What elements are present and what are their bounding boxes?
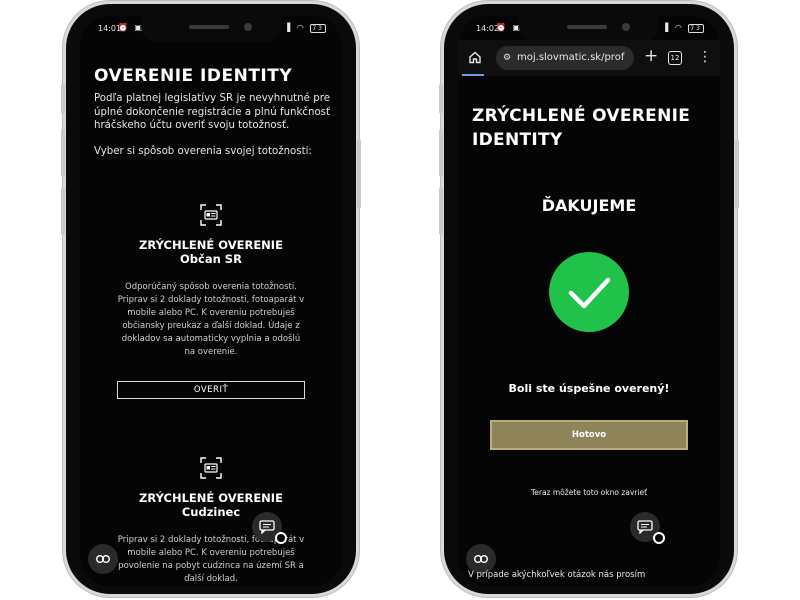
phone-side-button: [61, 129, 65, 177]
phone-side-button: [735, 139, 739, 209]
help-text: V prípade akýchkoľvek otázok nás prosím: [468, 570, 646, 580]
checkmark-icon: [568, 277, 611, 309]
home-underline: [462, 74, 484, 76]
chat-status-dot: [653, 532, 665, 544]
phone-side-button: [439, 129, 443, 177]
card-description: Odporúčaný spôsob overenia totožnosti. P…: [117, 282, 305, 357]
card-subtitle: Občan SR: [180, 252, 242, 266]
phone-side-button: [61, 187, 65, 235]
camera-notch: [141, 16, 281, 42]
success-checkmark: [549, 252, 629, 332]
more-menu-icon[interactable]: ⋮: [698, 49, 712, 65]
signal-wifi-battery-icons: ▐ ◠ 73: [284, 23, 326, 33]
close-window-hint: Teraz môžete toto okno zavrieť: [530, 488, 648, 497]
id-card-scan-icon: [200, 204, 222, 226]
screen-left: 14:01 ⏰ ▣ ▐ ◠ 73 OVERENIE IDENTITY Podľa…: [80, 16, 342, 586]
page-title: OVERENIE IDENTITY: [94, 66, 293, 86]
thank-you-heading: ĎAKUJEME: [541, 196, 637, 215]
url-text: moj.slovmatic.sk/prof: [517, 52, 625, 63]
phone-right: 14:02 ⏰ ▣ ▐ ◠ 73 ⚙ moj.slovmatic.sk/prof…: [439, 4, 739, 594]
phone-side-button: [61, 84, 65, 114]
battery-icon: 73: [310, 24, 326, 33]
done-button[interactable]: Hotovo: [490, 420, 688, 450]
choose-method-text: Vyber si spôsob overenia svojej totožnos…: [94, 146, 312, 157]
home-icon[interactable]: [468, 50, 482, 64]
phone-side-button: [439, 187, 443, 235]
battery-icon: 73: [688, 24, 704, 33]
camera-notch: [519, 16, 659, 42]
card-title: ZRÝCHLENÉ OVERENIE: [139, 491, 283, 505]
card-subtitle: Cudzinec: [181, 505, 241, 519]
chat-status-dot: [275, 532, 287, 544]
chat-icon: [637, 520, 653, 534]
phone-side-button: [357, 139, 361, 209]
card-title: ZRÝCHLENÉ OVERENIE: [139, 238, 283, 252]
verify-button[interactable]: OVERIŤ: [117, 381, 305, 399]
phone-side-button: [439, 84, 443, 114]
screen-right: 14:02 ⏰ ▣ ▐ ◠ 73 ⚙ moj.slovmatic.sk/prof…: [458, 16, 720, 586]
success-message: Boli ste úspešne overený!: [508, 382, 670, 395]
id-card-scan-icon: [200, 457, 222, 479]
signal-wifi-battery-icons: ▐ ◠ 73: [662, 23, 704, 33]
page-title: ZRÝCHLENÉ OVERENIE IDENTITY: [472, 106, 691, 150]
browser-toolbar: ⚙ moj.slovmatic.sk/prof + 12 ⋮: [458, 40, 720, 76]
link-icon: [474, 555, 488, 563]
new-tab-icon[interactable]: +: [644, 46, 658, 66]
cookie-settings-button[interactable]: [88, 544, 118, 574]
site-settings-icon[interactable]: ⚙: [503, 46, 511, 70]
chat-icon: [259, 520, 275, 534]
intro-text: Podľa platnej legislatívy SR je nevyhnut…: [94, 93, 330, 131]
tab-switcher-button[interactable]: 12: [668, 51, 682, 65]
phone-left: 14:01 ⏰ ▣ ▐ ◠ 73 OVERENIE IDENTITY Podľa…: [61, 4, 361, 594]
address-bar[interactable]: ⚙ moj.slovmatic.sk/prof: [496, 46, 634, 70]
link-icon: [96, 555, 110, 563]
